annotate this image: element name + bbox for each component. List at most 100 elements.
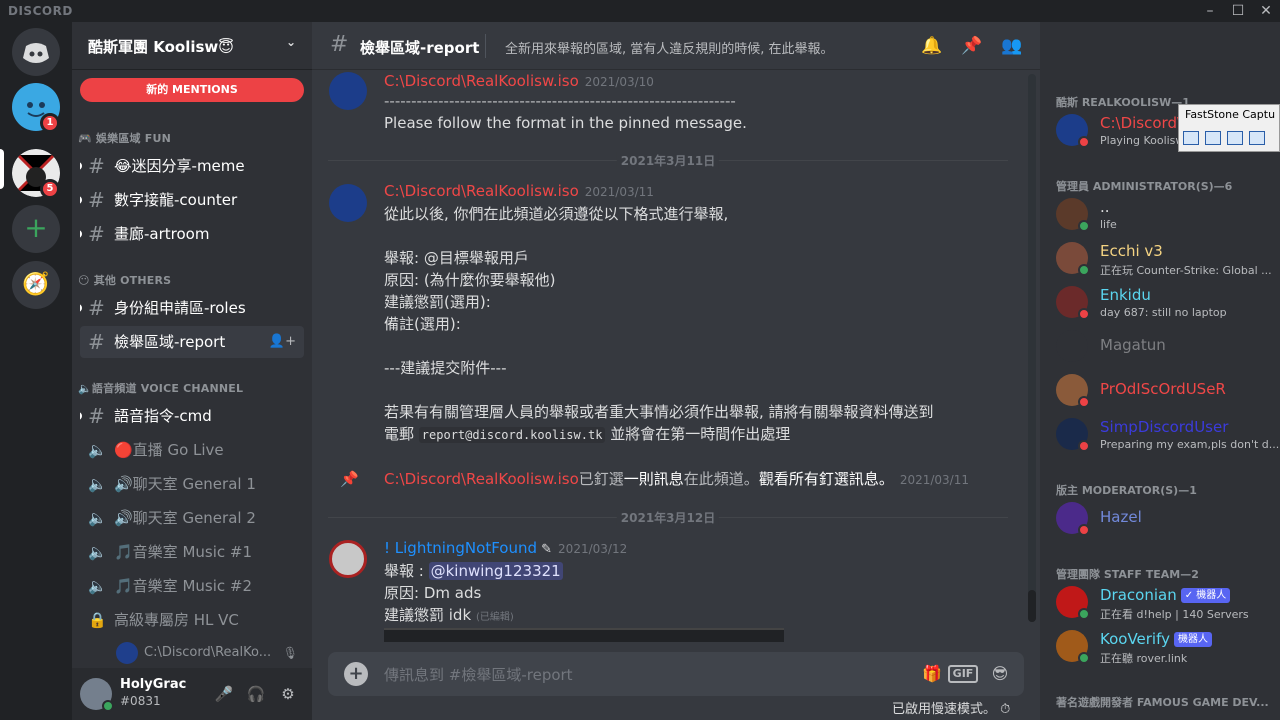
member-item[interactable]: SimpDiscordUser Preparing my exam,pls do… (1056, 414, 1280, 456)
channel-roles[interactable]: # 身份組申請區-roles (80, 292, 304, 324)
invite-member-icon[interactable]: 👤+ (269, 326, 296, 358)
message-composer[interactable]: + 傳訊息到 #檢舉區域-report 🎁 GIF 😎 (328, 652, 1024, 696)
voice-channel-golive[interactable]: 🔈 🔴直播 Go Live (80, 434, 304, 466)
member-item[interactable]: PrOdIScOrdUSeR (1056, 370, 1280, 412)
member-list-icon[interactable]: 👥 (1000, 34, 1024, 58)
capture-region-icon[interactable] (1249, 131, 1265, 145)
voice-channel-hlvc[interactable]: 🔒 高級專屬房 HL VC (80, 604, 304, 636)
message-timestamp: 2021/03/10 (584, 75, 654, 89)
voice-channel-music2[interactable]: 🔈 🎵音樂室 Music #2 (80, 570, 304, 602)
message-author[interactable]: C:\Discord\RealKoolisw.iso 2021/03/11 (384, 182, 654, 200)
author-name[interactable]: C:\Discord\RealKoolisw.iso (384, 470, 579, 488)
member-item[interactable]: Enkidu day 687: still no laptop (1056, 282, 1280, 324)
headphones-icon[interactable]: 🎧 (244, 682, 268, 706)
author-name[interactable]: ! LightningNotFound (384, 539, 537, 557)
text: 並將會在第一時間作出處理 (610, 425, 791, 443)
message-line: ---建議提交附件--- (384, 359, 507, 377)
close-window-button[interactable]: ✕ (1252, 1, 1280, 21)
microphone-icon[interactable]: 🎤 (212, 682, 236, 706)
member-activity: 正在看 d!help | 140 Servers (1100, 608, 1249, 621)
message-line: 電郵 report@discord.koolisw.tk 並將會在第一時間作出處… (384, 423, 790, 444)
capture-folder-icon[interactable] (1183, 131, 1199, 145)
explore-servers-button[interactable]: 🧭 (12, 261, 60, 309)
channel-cmd[interactable]: # 語音指令-cmd (80, 400, 304, 432)
avatar[interactable] (329, 184, 367, 222)
text: 電郵 (384, 425, 415, 443)
channel-name: 🔊聊天室 General 1 (114, 475, 256, 493)
capture-object-icon[interactable] (1227, 131, 1243, 145)
avatar[interactable] (329, 540, 367, 578)
message-line: ----------------------------------------… (384, 92, 736, 110)
avatar (1056, 330, 1088, 362)
member-item[interactable]: KooVerify 機器人 正在聽 rover.link (1056, 626, 1280, 668)
message-author[interactable]: C:\Discord\RealKoolisw.iso 2021/03/10 (384, 72, 654, 90)
inline-code: report@discord.koolisw.tk (418, 427, 606, 443)
home-button[interactable] (12, 28, 60, 76)
gear-icon[interactable]: ⚙ (276, 682, 300, 706)
pin-icon[interactable]: 📌 (960, 34, 984, 58)
author-name[interactable]: C:\Discord\RealKoolisw.iso (384, 182, 579, 200)
channel-title: 檢舉區域-report (360, 39, 480, 57)
voice-channel-music1[interactable]: 🔈 🎵音樂室 Music #1 (80, 536, 304, 568)
minimize-button[interactable]: – (1196, 1, 1224, 21)
notification-bell-icon[interactable]: 🔔 (920, 34, 944, 58)
online-status-icon (1078, 652, 1090, 664)
server-icon-emoji[interactable]: 1 (12, 83, 60, 133)
mute-icon: 🎙 (282, 646, 298, 660)
hash-icon: # (88, 154, 105, 178)
message-line: 從此以後, 你們在此頻道必須遵從以下格式進行舉報, (384, 205, 729, 223)
unread-indicator (80, 162, 82, 170)
member-item[interactable]: Magatun (1056, 326, 1280, 368)
member-item[interactable]: Ecchi v3 正在玩 Counter-Strike: Global ... (1056, 238, 1280, 280)
voice-channel-user[interactable]: C:\Discord\RealKo... 🎙 (116, 640, 304, 666)
unread-badge: 1 (40, 113, 60, 133)
channel-counter[interactable]: # 數字接龍-counter (80, 184, 304, 216)
channel-name: 🔊聊天室 General 2 (114, 509, 256, 527)
member-category: 管理團隊 STAFF TEAM—2 (1056, 568, 1199, 581)
channel-report[interactable]: # 檢舉區域-report 👤+ (80, 326, 304, 358)
pinned-message-link[interactable]: 一則訊息 (624, 470, 684, 488)
voice-channel-general2[interactable]: 🔈 🔊聊天室 General 2 (80, 502, 304, 534)
new-mentions-bar[interactable]: 新的 MENTIONS (80, 78, 304, 102)
member-name: C:\Discord\ (1100, 114, 1183, 132)
scrollbar[interactable] (1028, 74, 1036, 622)
capture-window-icon[interactable] (1205, 131, 1221, 145)
gift-icon[interactable]: 🎁 (920, 662, 944, 686)
member-item[interactable]: .. life (1056, 194, 1280, 236)
category-others[interactable]: 😶 其他 OTHERS (78, 272, 171, 288)
member-name: Enkidu (1100, 286, 1151, 304)
image-attachment[interactable] (384, 628, 784, 642)
channel-name: 檢舉區域-report (114, 333, 226, 351)
dnd-status-icon (1078, 136, 1090, 148)
message-input[interactable]: 傳訊息到 #檢舉區域-report (384, 664, 573, 685)
channel-artroom[interactable]: # 畫廊-artroom (80, 218, 304, 250)
online-status-icon (1078, 220, 1090, 232)
author-name[interactable]: C:\Discord\RealKoolisw.iso (384, 72, 579, 90)
member-activity: 正在聽 rover.link (1100, 652, 1188, 665)
add-attachment-icon[interactable]: + (344, 662, 368, 686)
server-header[interactable]: 酷斯軍團 Koolisw😇 ⌄ (72, 22, 312, 70)
message-author[interactable]: ! LightningNotFound ✎ 2021/03/12 (384, 539, 627, 557)
category-fun[interactable]: 🎮 娛樂區域 FUN (78, 130, 171, 146)
view-pins-link[interactable]: 觀看所有釘選訊息。 (759, 470, 894, 488)
user-mention[interactable]: @kinwing123321 (428, 562, 563, 580)
category-voice[interactable]: 🔈語音頻道 VOICE CHANNEL (78, 380, 243, 396)
add-server-button[interactable]: + (12, 205, 60, 253)
maximize-button[interactable]: ☐ (1224, 1, 1252, 21)
member-item[interactable]: Draconian ✓ 機器人 正在看 d!help | 140 Servers (1056, 582, 1280, 624)
member-name: KooVerify 機器人 (1100, 630, 1212, 648)
faststone-capture-toolbar[interactable]: FastStone Captu (1178, 104, 1280, 152)
hash-icon: # (88, 222, 105, 246)
channel-topic[interactable]: 全新用來舉報的區域, 當有人違反規則的時候, 在此舉報。 (505, 38, 834, 57)
channel-meme[interactable]: # 😂迷因分享-meme (80, 150, 304, 182)
scrollbar-thumb[interactable] (1028, 590, 1036, 622)
voice-channel-general1[interactable]: 🔈 🔊聊天室 General 1 (80, 468, 304, 500)
member-item[interactable]: Hazel (1056, 498, 1280, 540)
avatar[interactable] (329, 72, 367, 110)
header-divider (485, 34, 486, 58)
server-rail: 1 5 + 🧭 (0, 22, 72, 720)
gif-button[interactable]: GIF (948, 665, 978, 683)
emoji-icon[interactable]: 😎 (988, 662, 1012, 686)
speaker-icon: 🔈 (88, 475, 107, 493)
member-name: SimpDiscordUser (1100, 418, 1229, 436)
